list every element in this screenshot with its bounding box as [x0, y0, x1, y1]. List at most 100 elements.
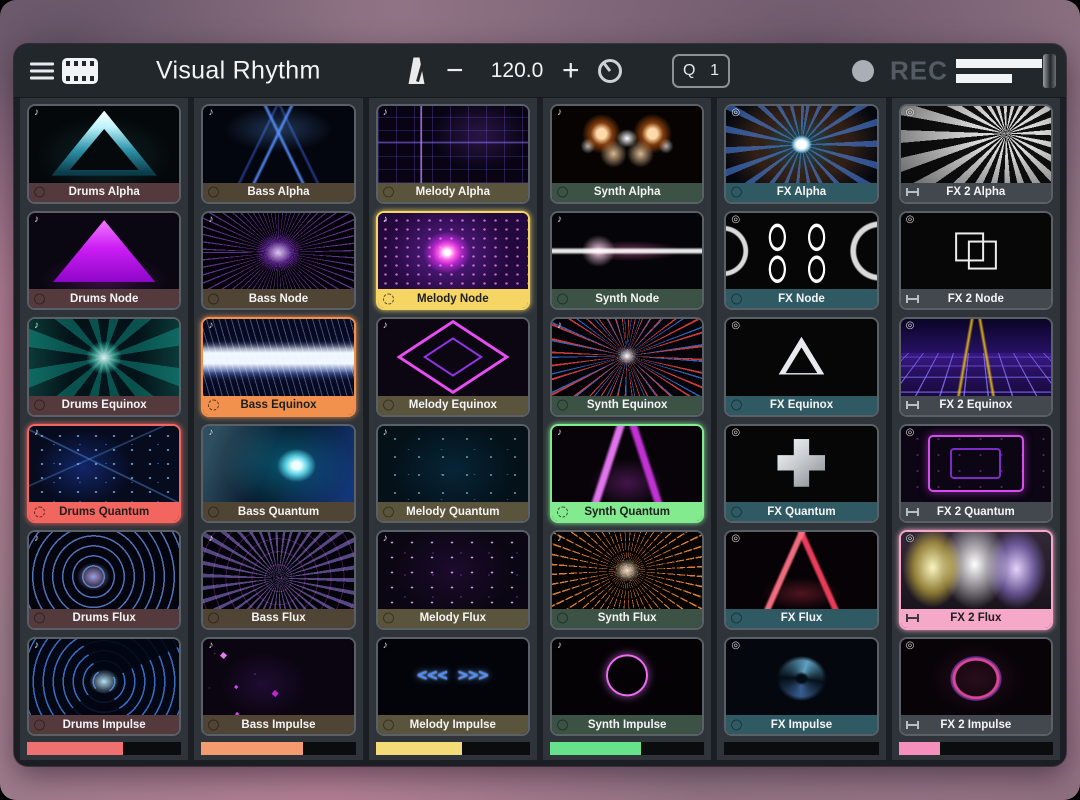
- clip-thumbnail-melody-quantum[interactable]: ♪: [378, 426, 528, 503]
- hamburger-menu-icon[interactable]: [30, 62, 54, 79]
- clip-thumbnail-melody-node[interactable]: ♪: [378, 213, 528, 290]
- record-indicator[interactable]: [852, 60, 874, 82]
- ab-loop-icon[interactable]: [906, 401, 919, 409]
- clip-cell-fx2-node[interactable]: ◎FX 2 Node: [899, 211, 1053, 311]
- loop-circle-icon[interactable]: [34, 293, 45, 304]
- loop-circle-icon[interactable]: [34, 613, 45, 624]
- loop-circle-icon[interactable]: [731, 613, 742, 624]
- clip-cell-drums-node[interactable]: ♪Drums Node: [27, 211, 181, 311]
- volume-fader[interactable]: [956, 54, 1052, 88]
- clip-cell-synth-alpha[interactable]: ♪Synth Alpha: [550, 104, 704, 204]
- loop-circle-icon[interactable]: [731, 400, 742, 411]
- clip-thumbnail-fx2-equinox[interactable]: ◎: [901, 319, 1051, 396]
- clip-thumbnail-fx2-alpha[interactable]: ◎: [901, 106, 1051, 183]
- ab-loop-icon[interactable]: [906, 614, 919, 622]
- clip-thumbnail-bass-alpha[interactable]: ♪: [203, 106, 353, 183]
- ab-loop-icon[interactable]: [906, 721, 919, 729]
- metronome-icon[interactable]: [406, 57, 427, 84]
- clip-thumbnail-synth-impulse[interactable]: ♪: [552, 639, 702, 716]
- loop-circle-icon[interactable]: [34, 187, 45, 198]
- clip-cell-drums-impulse[interactable]: ♪Drums Impulse: [27, 637, 181, 737]
- tempo-decrease-button[interactable]: −: [446, 56, 464, 86]
- clip-cell-fx-quantum[interactable]: ◎FX Quantum: [724, 424, 878, 524]
- clip-cell-fx2-alpha[interactable]: ◎FX 2 Alpha: [899, 104, 1053, 204]
- clip-thumbnail-synth-flux[interactable]: ♪: [552, 532, 702, 609]
- loop-circle-icon[interactable]: [208, 293, 219, 304]
- loop-circle-icon[interactable]: [731, 719, 742, 730]
- clip-cell-fx2-flux[interactable]: ◎FX 2 Flux: [899, 530, 1053, 630]
- clip-cell-melody-flux[interactable]: ♪Melody Flux: [376, 530, 530, 630]
- clip-cell-melody-impulse[interactable]: ♪Melody Impulse: [376, 637, 530, 737]
- clip-thumbnail-synth-alpha[interactable]: ♪: [552, 106, 702, 183]
- clip-cell-melody-node[interactable]: ♪Melody Node: [376, 211, 530, 311]
- clip-thumbnail-bass-impulse[interactable]: ♪: [203, 639, 353, 716]
- ab-loop-icon[interactable]: [906, 188, 919, 196]
- clip-thumbnail-melody-impulse[interactable]: ♪: [378, 639, 528, 716]
- clip-thumbnail-drums-flux[interactable]: ♪: [29, 532, 179, 609]
- clip-thumbnail-bass-node[interactable]: ♪: [203, 213, 353, 290]
- clip-cell-fx-flux[interactable]: ◎FX Flux: [724, 530, 878, 630]
- clip-cell-fx-alpha[interactable]: ◎FX Alpha: [724, 104, 878, 204]
- clip-cell-bass-alpha[interactable]: ♪Bass Alpha: [201, 104, 355, 204]
- clip-thumbnail-synth-node[interactable]: ♪: [552, 213, 702, 290]
- loop-circle-icon[interactable]: [208, 506, 219, 517]
- clip-thumbnail-fx2-impulse[interactable]: ◎: [901, 639, 1051, 716]
- clip-thumbnail-bass-quantum[interactable]: ♪: [203, 426, 353, 503]
- clip-cell-fx2-quantum[interactable]: ◎FX 2 Quantum: [899, 424, 1053, 524]
- film-clip-icon[interactable]: [62, 58, 98, 84]
- clip-cell-fx2-equinox[interactable]: ◎FX 2 Equinox: [899, 317, 1053, 417]
- loop-circle-icon[interactable]: [208, 719, 219, 730]
- clip-thumbnail-bass-equinox[interactable]: ♪: [203, 319, 353, 396]
- clip-cell-melody-equinox[interactable]: ♪Melody Equinox: [376, 317, 530, 417]
- clip-thumbnail-drums-equinox[interactable]: ♪: [29, 319, 179, 396]
- clip-cell-bass-impulse[interactable]: ♪Bass Impulse: [201, 637, 355, 737]
- clip-cell-bass-node[interactable]: ♪Bass Node: [201, 211, 355, 311]
- clip-thumbnail-fx2-flux[interactable]: ◎: [901, 532, 1051, 609]
- loop-circle-icon[interactable]: [731, 293, 742, 304]
- clip-cell-bass-flux[interactable]: ♪Bass Flux: [201, 530, 355, 630]
- clip-cell-synth-equinox[interactable]: ♪Synth Equinox: [550, 317, 704, 417]
- loop-circle-icon[interactable]: [208, 613, 219, 624]
- clip-cell-drums-equinox[interactable]: ♪Drums Equinox: [27, 317, 181, 417]
- clip-cell-synth-impulse[interactable]: ♪Synth Impulse: [550, 637, 704, 737]
- clip-thumbnail-synth-quantum[interactable]: ♪: [552, 426, 702, 503]
- clip-cell-synth-node[interactable]: ♪Synth Node: [550, 211, 704, 311]
- clip-thumbnail-drums-impulse[interactable]: ♪: [29, 639, 179, 716]
- clip-cell-drums-quantum[interactable]: ♪Drums Quantum: [27, 424, 181, 524]
- loop-circle-icon[interactable]: [557, 400, 568, 411]
- clip-cell-melody-alpha[interactable]: ♪Melody Alpha: [376, 104, 530, 204]
- tempo-increase-button[interactable]: +: [562, 56, 580, 86]
- clip-cell-fx-equinox[interactable]: ◎FX Equinox: [724, 317, 878, 417]
- clip-thumbnail-fx2-node[interactable]: ◎: [901, 213, 1051, 290]
- clip-cell-drums-flux[interactable]: ♪Drums Flux: [27, 530, 181, 630]
- loop-circle-icon[interactable]: [557, 187, 568, 198]
- clip-cell-melody-quantum[interactable]: ♪Melody Quantum: [376, 424, 530, 524]
- ab-loop-icon[interactable]: [906, 295, 919, 303]
- loop-circle-icon[interactable]: [383, 187, 394, 198]
- loop-circle-icon[interactable]: [34, 719, 45, 730]
- clip-thumbnail-melody-flux[interactable]: ♪: [378, 532, 528, 609]
- loop-circle-icon[interactable]: [383, 400, 394, 411]
- clip-thumbnail-drums-node[interactable]: ♪: [29, 213, 179, 290]
- clip-cell-synth-flux[interactable]: ♪Synth Flux: [550, 530, 704, 630]
- clip-cell-bass-equinox[interactable]: ♪Bass Equinox: [201, 317, 355, 417]
- clip-cell-bass-quantum[interactable]: ♪Bass Quantum: [201, 424, 355, 524]
- loop-circle-icon[interactable]: [383, 719, 394, 730]
- clip-thumbnail-melody-alpha[interactable]: ♪: [378, 106, 528, 183]
- quantize-selector[interactable]: Q 1: [672, 54, 730, 88]
- loop-circle-icon[interactable]: [208, 400, 219, 411]
- clip-cell-fx-impulse[interactable]: ◎FX Impulse: [724, 637, 878, 737]
- loop-circle-icon[interactable]: [731, 187, 742, 198]
- fader-handle[interactable]: [1043, 54, 1056, 88]
- loop-circle-icon[interactable]: [557, 293, 568, 304]
- loop-circle-icon[interactable]: [383, 613, 394, 624]
- clip-thumbnail-fx2-quantum[interactable]: ◎: [901, 426, 1051, 503]
- clip-thumbnail-bass-flux[interactable]: ♪: [203, 532, 353, 609]
- loop-circle-icon[interactable]: [34, 506, 45, 517]
- clip-thumbnail-fx-quantum[interactable]: ◎: [726, 426, 876, 503]
- clip-thumbnail-fx-equinox[interactable]: ◎: [726, 319, 876, 396]
- tap-tempo-dial-icon[interactable]: [598, 59, 622, 83]
- clip-thumbnail-drums-alpha[interactable]: ♪: [29, 106, 179, 183]
- loop-circle-icon[interactable]: [557, 613, 568, 624]
- loop-circle-icon[interactable]: [34, 400, 45, 411]
